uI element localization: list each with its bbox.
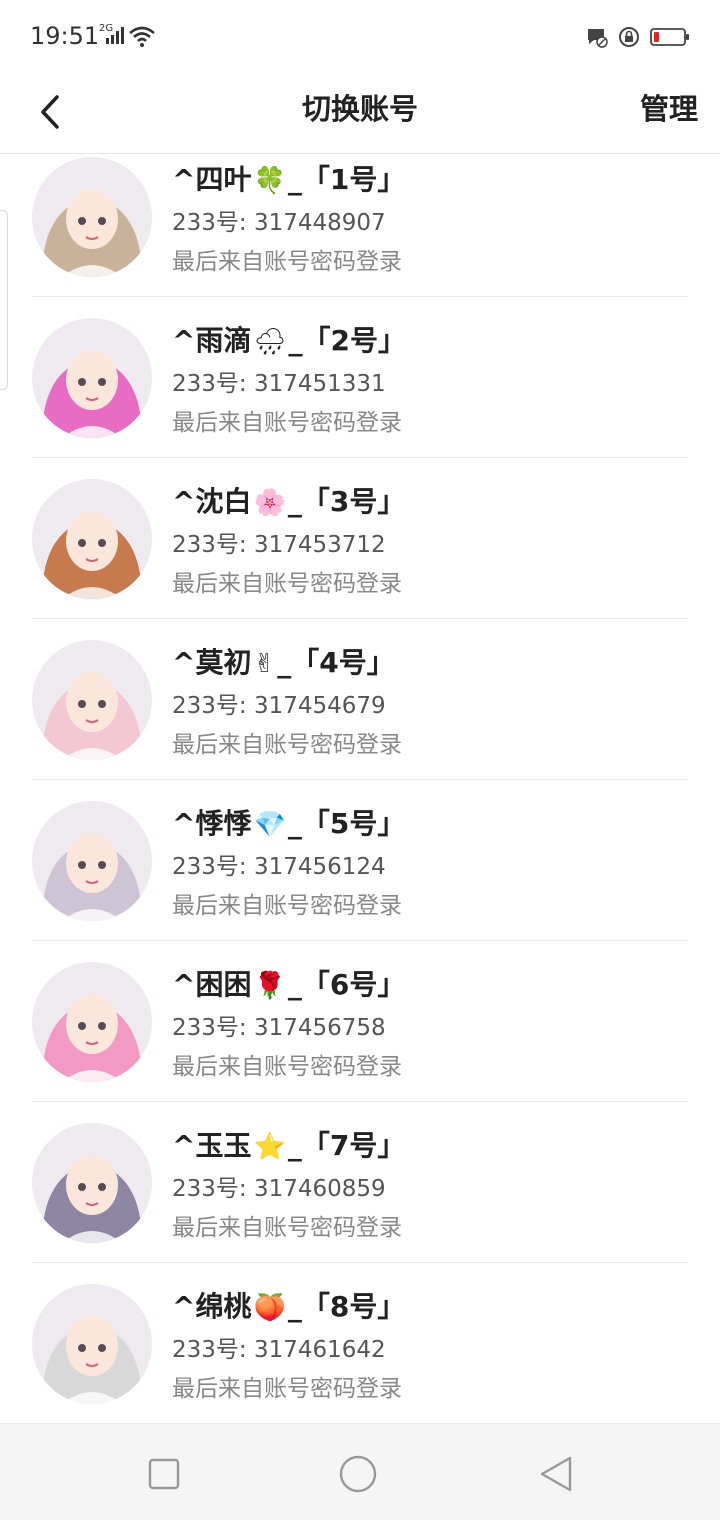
account-name-prefix: ^四叶 bbox=[172, 163, 252, 196]
account-name: ^绵桃🍑_「8号」 bbox=[172, 1285, 405, 1325]
avatar-image bbox=[32, 157, 152, 277]
system-nav-bar bbox=[0, 1423, 720, 1520]
account-id: 233号: 317461642 bbox=[172, 1337, 386, 1363]
message-muted-icon bbox=[588, 29, 608, 48]
account-login-source: 最后来自账号密码登录 bbox=[172, 1376, 402, 1402]
account-name: ^四叶🍀_「1号」 bbox=[172, 158, 405, 198]
avatar-image bbox=[32, 479, 152, 599]
account-login-source: 最后来自账号密码登录 bbox=[172, 410, 402, 436]
account-name-suffix: _「5号」 bbox=[287, 807, 406, 840]
account-name: ^困困🌹_「6号」 bbox=[172, 963, 405, 1003]
account-name-suffix: _「1号」 bbox=[287, 163, 406, 196]
account-name-suffix: _「6号」 bbox=[287, 968, 406, 1001]
account-name-prefix: ^绵桃 bbox=[172, 1290, 252, 1323]
account-name: ^莫初✌_「4号」 bbox=[172, 641, 395, 681]
status-time: 19:51 bbox=[30, 22, 100, 50]
header: 切换账号 管理 bbox=[0, 72, 720, 154]
account-emoji: 🌧 bbox=[253, 327, 287, 357]
account-emoji: 🌸 bbox=[253, 488, 286, 518]
triangle-back-icon bbox=[540, 1456, 572, 1492]
account-emoji: ⭐ bbox=[253, 1132, 286, 1162]
avatar-image bbox=[32, 1123, 152, 1243]
account-name-suffix: _「3号」 bbox=[287, 485, 406, 518]
account-row[interactable]: ^悸悸💎_「5号」 233号: 317456124 最后来自账号密码登录 bbox=[0, 780, 720, 941]
account-login-source: 最后来自账号密码登录 bbox=[172, 249, 402, 275]
avatar-image bbox=[32, 801, 152, 921]
avatar bbox=[32, 962, 152, 1082]
account-id: 233号: 317453712 bbox=[172, 532, 386, 558]
account-id: 233号: 317460859 bbox=[172, 1176, 386, 1202]
account-name-prefix: ^困困 bbox=[172, 968, 252, 1001]
account-login-source: 最后来自账号密码登录 bbox=[172, 571, 402, 597]
account-id: 233号: 317456124 bbox=[172, 854, 386, 880]
account-emoji: 🍑 bbox=[253, 1293, 286, 1323]
account-name-suffix: _「7号」 bbox=[287, 1129, 406, 1162]
avatar bbox=[32, 640, 152, 760]
account-emoji: ✌ bbox=[253, 649, 276, 679]
recent-apps-button[interactable] bbox=[144, 1454, 184, 1494]
signal-icon bbox=[106, 27, 124, 44]
avatar-image bbox=[32, 1284, 152, 1404]
account-name: ^悸悸💎_「5号」 bbox=[172, 802, 405, 842]
status-right-icons bbox=[586, 24, 690, 50]
account-login-source: 最后来自账号密码登录 bbox=[172, 732, 402, 758]
home-button[interactable] bbox=[338, 1454, 378, 1494]
account-name-prefix: ^沈白 bbox=[172, 485, 252, 518]
account-row[interactable]: ^困困🌹_「6号」 233号: 317456758 最后来自账号密码登录 bbox=[0, 941, 720, 1102]
account-name: ^玉玉⭐_「7号」 bbox=[172, 1124, 405, 1164]
account-emoji: 🌹 bbox=[253, 971, 286, 1001]
back-nav-button[interactable] bbox=[536, 1454, 576, 1494]
account-row[interactable]: ^玉玉⭐_「7号」 233号: 317460859 最后来自账号密码登录 bbox=[0, 1102, 720, 1263]
manage-button[interactable]: 管理 bbox=[640, 86, 698, 128]
account-row[interactable]: ^沈白🌸_「3号」 233号: 317453712 最后来自账号密码登录 bbox=[0, 458, 720, 619]
avatar bbox=[32, 318, 152, 438]
account-name-suffix: _「8号」 bbox=[287, 1290, 406, 1323]
account-id: 233号: 317451331 bbox=[172, 371, 386, 397]
account-name-prefix: ^莫初 bbox=[172, 646, 252, 679]
avatar bbox=[32, 1284, 152, 1404]
account-id: 233号: 317454679 bbox=[172, 693, 386, 719]
account-name-prefix: ^悸悸 bbox=[172, 807, 252, 840]
account-login-source: 最后来自账号密码登录 bbox=[172, 893, 402, 919]
account-id: 233号: 317448907 bbox=[172, 210, 386, 236]
page-title: 切换账号 bbox=[301, 92, 418, 126]
account-emoji: 💎 bbox=[253, 810, 286, 840]
account-name-suffix: _「2号」 bbox=[288, 324, 406, 357]
account-id: 233号: 317456758 bbox=[172, 1015, 386, 1041]
avatar bbox=[32, 479, 152, 599]
battery-icon bbox=[650, 28, 689, 46]
account-row[interactable]: ^雨滴🌧_「2号」 233号: 317451331 最后来自账号密码登录 bbox=[0, 297, 720, 458]
account-name-suffix: _「4号」 bbox=[277, 646, 395, 679]
account-row[interactable]: ^绵桃🍑_「8号」 233号: 317461642 最后来自账号密码登录 bbox=[0, 1263, 720, 1424]
avatar-image bbox=[32, 640, 152, 760]
avatar bbox=[32, 801, 152, 921]
account-list: ^四叶🍀_「1号」 233号: 317448907 最后来自账号密码登录 ^雨滴🌧_「… bbox=[0, 154, 720, 1424]
square-icon bbox=[148, 1458, 180, 1490]
avatar-image bbox=[32, 318, 152, 438]
avatar-image bbox=[32, 962, 152, 1082]
wifi-icon bbox=[129, 26, 155, 47]
avatar bbox=[32, 1123, 152, 1243]
account-emoji: 🍀 bbox=[253, 166, 286, 196]
account-login-source: 最后来自账号密码登录 bbox=[172, 1215, 402, 1241]
account-name-prefix: ^雨滴 bbox=[172, 324, 252, 357]
account-name-prefix: ^玉玉 bbox=[172, 1129, 252, 1162]
account-name: ^雨滴🌧_「2号」 bbox=[172, 319, 406, 359]
account-row[interactable]: ^莫初✌_「4号」 233号: 317454679 最后来自账号密码登录 bbox=[0, 619, 720, 780]
avatar bbox=[32, 157, 152, 277]
account-login-source: 最后来自账号密码登录 bbox=[172, 1054, 402, 1080]
rotation-lock-icon bbox=[619, 27, 639, 47]
status-bar: 19:51 2G bbox=[0, 0, 720, 72]
circle-icon bbox=[339, 1455, 377, 1493]
account-name: ^沈白🌸_「3号」 bbox=[172, 480, 405, 520]
account-row[interactable]: ^四叶🍀_「1号」 233号: 317448907 最后来自账号密码登录 bbox=[0, 154, 720, 297]
